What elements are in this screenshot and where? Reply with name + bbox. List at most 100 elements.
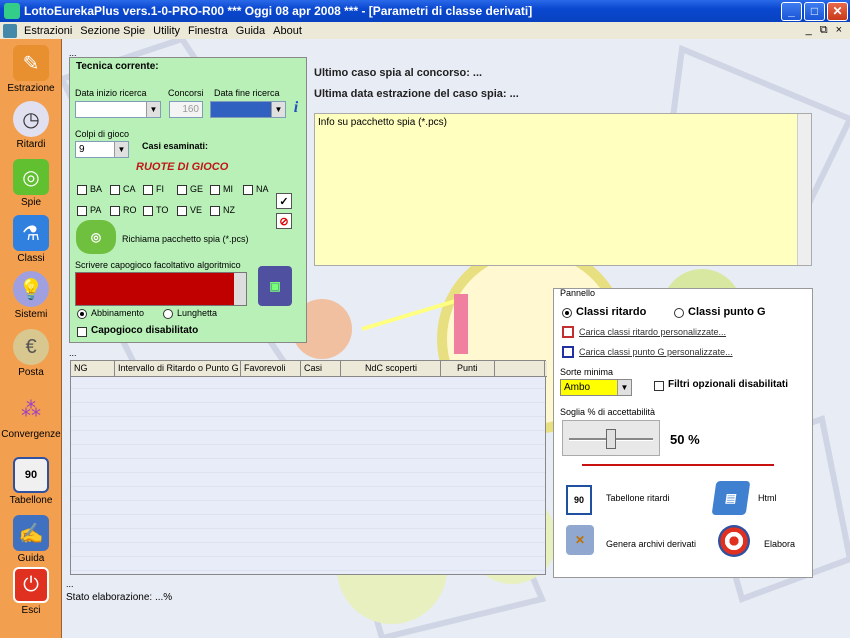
sidebar-label: Convergenze [1,429,61,440]
binoculars-icon[interactable]: ◎ [76,220,116,254]
checkbox-ve[interactable] [177,206,187,216]
sidebar-item-posta[interactable]: € Posta [0,329,62,378]
sidebar-item-guida[interactable]: ✍ Guida [0,515,62,564]
carica-ritardo-link[interactable]: Carica classi ritardo personalizzate... [579,327,726,337]
sidebar-label: Ritardi [16,139,46,150]
checkbox-mi[interactable] [210,185,220,195]
column-header[interactable]: Punti [441,361,495,376]
mdi-close-button[interactable]: × [836,24,842,37]
colpi-select[interactable]: 9 ▼ [75,141,129,158]
binoculars-icon: ◎ [13,159,49,195]
sidebar-item-ritardi[interactable]: ◷ Ritardi [0,101,62,150]
sidebar-label: Guida [17,553,45,564]
sidebar-item-sistemi[interactable]: 💡 Sistemi [0,271,62,320]
sidebar-item-convergenze[interactable]: ⁂ Convergenze [0,391,62,441]
scrollbar[interactable] [797,114,811,265]
close-button[interactable]: ✕ [827,1,848,21]
tabellone-icon[interactable]: 90 [566,485,592,515]
sidebar-item-spie[interactable]: ◎ Spie [0,159,62,208]
checkbox-na[interactable] [243,185,253,195]
scrollbar[interactable] [234,273,246,305]
checkbox-to[interactable] [143,206,153,216]
slider-thumb[interactable] [606,429,616,449]
checkbox-ba[interactable] [77,185,87,195]
checkbox-fi[interactable] [143,185,153,195]
data-inizio-select[interactable]: ▼ [75,101,161,118]
column-header[interactable]: NG [71,361,115,376]
sidebar-item-classi[interactable]: ⚗ Classi [0,215,62,264]
classi-punto-g-radio[interactable] [674,308,684,318]
column-header[interactable]: Casi [301,361,341,376]
concorsi-field[interactable]: 160 [169,101,203,118]
sorte-label: Sorte minima [560,367,614,377]
status-dots: ... [66,579,74,589]
sidebar: ✎ Estrazione ◷ Ritardi ◎ Spie ⚗ Classi 💡… [0,39,62,638]
concorsi-label: Concorsi [168,88,204,98]
capogioco-label: Scrivere capogioco facoltativo algoritmi… [75,260,241,270]
checkbox-ca[interactable] [110,185,120,195]
sorte-value: Ambo [564,382,591,393]
menu-bar: Estrazioni Sezione Spie Utility Finestra… [0,22,850,39]
info-icon[interactable]: i [288,98,304,118]
ruota-label: NA [256,184,269,194]
sidebar-item-tabellone[interactable]: 90 Tabellone [0,457,62,506]
classi-ritardo-radio[interactable] [562,308,572,318]
ruota-label: FI [156,184,164,194]
ruota-label: RO [123,205,137,215]
info-textarea[interactable]: Info su pacchetto spia (*.pcs) [314,113,812,266]
checkbox-pa[interactable] [77,206,87,216]
mdi-minimize-button[interactable]: _ [806,24,812,37]
column-header[interactable]: Favorevoli [241,361,301,376]
lunghetta-radio[interactable] [163,309,173,319]
elabora-button[interactable]: Elabora [764,539,795,549]
menu-estrazioni[interactable]: Estrazioni [20,25,76,37]
column-header[interactable]: Intervallo di Ritardo o Punto G [115,361,241,376]
html-book-icon[interactable]: ▤ [711,481,751,515]
abbinamento-radio[interactable] [77,309,87,319]
coin-icon: € [13,329,49,365]
chevron-down-icon: ▼ [271,102,285,117]
check-all-icon[interactable]: ✓ [276,193,292,209]
phone-icon[interactable]: ▣ [258,266,292,306]
richiama-pacchetto-button[interactable]: Richiama pacchetto spia (*.pcs) [122,234,249,244]
clear-all-icon[interactable]: ⊘ [276,213,292,229]
column-header[interactable] [495,361,545,376]
genera-archivi-button[interactable]: Genera archivi derivati [606,539,696,549]
soglia-value: 50 % [670,432,700,447]
minimize-button[interactable]: _ [781,1,802,21]
filtri-checkbox[interactable] [654,381,664,391]
maximize-button[interactable]: □ [804,1,825,21]
data-fine-select[interactable]: ▼ [210,101,286,118]
tools-icon[interactable]: ✕ [566,525,594,555]
ruota-label: BA [90,184,103,194]
column-header[interactable]: NdC scoperti [341,361,441,376]
carica-punto-g-link[interactable]: Carica classi punto G personalizzate... [579,347,733,357]
soglia-label: Soglia % di accettabilità [560,407,656,417]
menu-finestra[interactable]: Finestra [184,25,232,37]
checkbox-ge[interactable] [177,185,187,195]
classi-punto-g-label: Classi punto G [688,306,766,318]
sidebar-label: Esci [21,605,41,616]
grid-header: NG Intervallo di Ritardo o Punto G Favor… [71,361,547,377]
menu-guida[interactable]: Guida [232,25,269,37]
mdi-restore-button[interactable]: ⧉ [820,24,828,37]
sidebar-item-esci[interactable]: ⏻ Esci [0,567,62,616]
results-grid[interactable]: NG Intervallo di Ritardo o Punto G Favor… [70,360,547,575]
book-icon: ✍ [13,515,49,551]
tabellone-button[interactable]: Tabellone ritardi [606,493,670,503]
html-button[interactable]: Html [758,493,777,503]
menu-sezione-spie[interactable]: Sezione Spie [76,25,149,37]
capogioco-textarea[interactable] [75,272,247,306]
system-menu-icon[interactable] [3,23,17,38]
tecnica-title: Tecnica corrente: [76,61,159,72]
menu-utility[interactable]: Utility [149,25,184,37]
capogioco-disabilitato-checkbox[interactable] [77,327,87,337]
sorte-select[interactable]: Ambo ▼ [560,379,632,396]
checkbox-ro[interactable] [110,206,120,216]
checkbox-nz[interactable] [210,206,220,216]
sidebar-item-estrazione[interactable]: ✎ Estrazione [0,45,62,94]
soglia-slider[interactable] [562,420,660,456]
menu-about[interactable]: About [269,25,306,37]
capogioco-disabilitato-label: Capogioco disabilitato [91,325,199,336]
target-icon[interactable] [718,525,750,557]
